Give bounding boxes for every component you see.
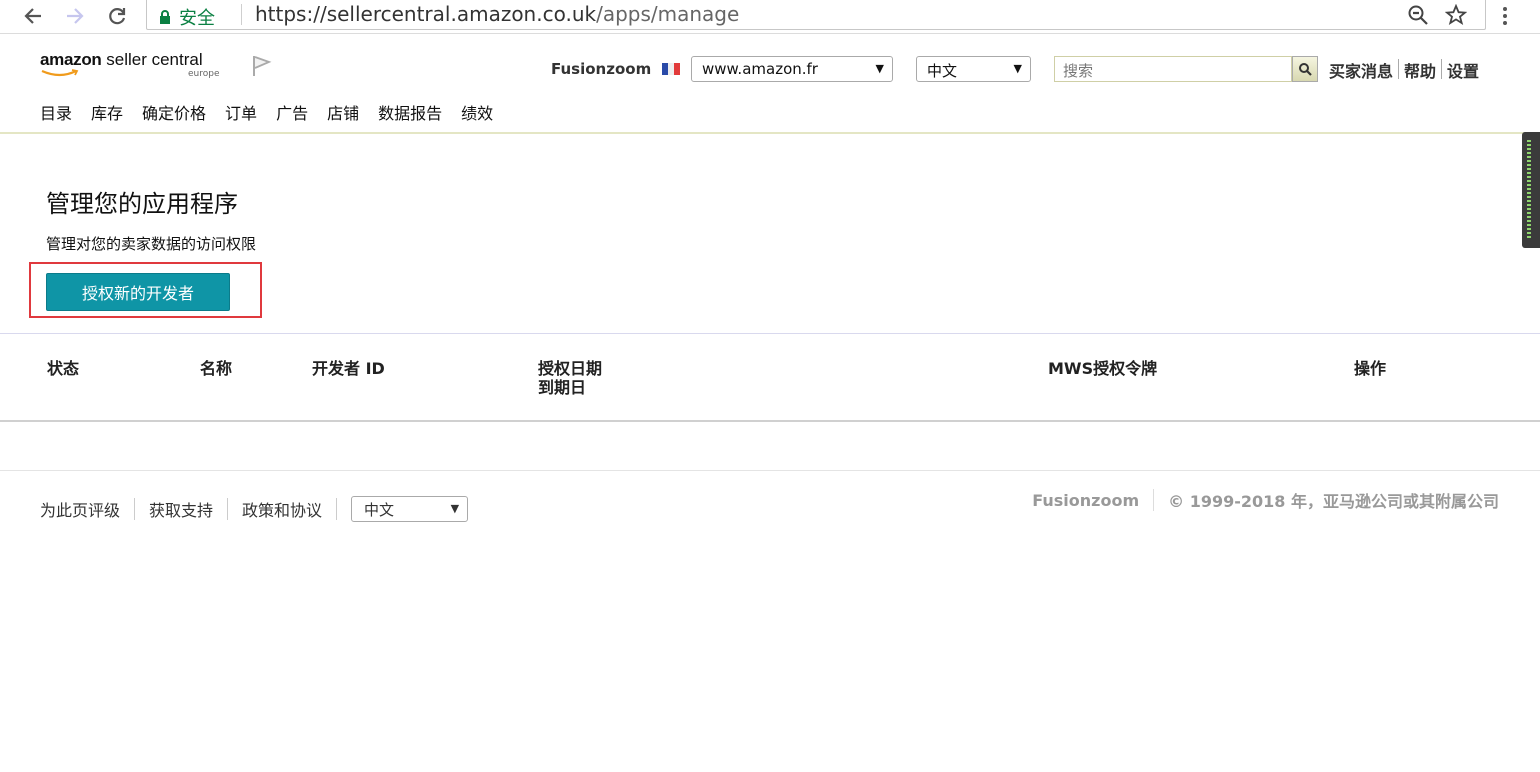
security-indicator[interactable]: 安全 (159, 4, 215, 30)
reload-button[interactable] (104, 3, 130, 29)
footer-divider (0, 470, 1540, 471)
column-name: 名称 (200, 359, 233, 378)
dropdown-arrow-icon: ▼ (450, 502, 460, 515)
star-icon (1444, 3, 1468, 25)
browser-toolbar: 安全 https://sellercentral.amazon.co.uk/ap… (0, 0, 1540, 34)
footer-account-name: Fusionzoom (1032, 490, 1140, 510)
search-icon (1299, 63, 1312, 76)
divider (336, 498, 338, 520)
divider (241, 4, 242, 25)
amazon-seller-central-logo[interactable]: amazon seller central europe (40, 50, 225, 84)
header-divider (0, 132, 1540, 134)
header-links: 买家消息 帮助 设置 (1329, 58, 1479, 82)
page-title: 管理您的应用程序 (46, 190, 238, 218)
nav-item-stores[interactable]: 店铺 (327, 100, 359, 124)
logo-product-text: seller central (106, 50, 203, 69)
logo-amazon-text: amazon (40, 50, 102, 69)
divider (134, 498, 136, 520)
nav-item-pricing[interactable]: 确定价格 (142, 100, 206, 124)
footer-language-value: 中文 (364, 501, 395, 519)
nav-item-inventory[interactable]: 库存 (91, 100, 123, 124)
search-input[interactable]: 搜索 (1054, 56, 1292, 82)
get-support-link[interactable]: 获取支持 (149, 497, 213, 521)
settings-link[interactable]: 设置 (1447, 58, 1479, 82)
flag-icon (253, 56, 272, 76)
language-select[interactable]: 中文 ▼ (916, 56, 1031, 82)
main-navigation: 目录 库存 确定价格 订单 广告 店铺 数据报告 绩效 (40, 100, 512, 124)
help-link[interactable]: 帮助 (1404, 58, 1436, 82)
bookmark-button[interactable] (1444, 3, 1468, 30)
nav-item-advertising[interactable]: 广告 (276, 100, 308, 124)
zoom-button[interactable] (1407, 4, 1429, 30)
search-button[interactable] (1292, 56, 1318, 82)
language-value: 中文 (927, 62, 958, 80)
reload-icon (109, 8, 126, 25)
account-name: Fusionzoom (551, 60, 652, 78)
forward-button[interactable] (62, 3, 88, 29)
side-panel-handle[interactable] (1522, 132, 1540, 248)
marketplace-value: www.amazon.fr (702, 60, 818, 78)
section-divider (0, 333, 1540, 334)
footer-copyright: Fusionzoom © 1999-2018 年，亚马逊公司或其附属公司 (1032, 488, 1499, 512)
dropdown-arrow-icon: ▼ (1013, 62, 1022, 75)
apps-table-header: 状态 名称 开发者 ID 授权日期 到期日 MWS授权令牌 操作 (0, 345, 1540, 421)
url-path: /apps/manage (596, 2, 740, 26)
column-developer-id: 开发者 ID (312, 359, 385, 378)
level-bars-icon (1527, 140, 1531, 240)
divider (1153, 489, 1155, 511)
policies-link[interactable]: 政策和协议 (242, 497, 322, 521)
logo-region-text: europe (188, 69, 220, 79)
column-status: 状态 (47, 359, 80, 378)
france-flag-icon (662, 63, 680, 75)
forward-arrow-icon (67, 8, 84, 24)
buyer-messages-link[interactable]: 买家消息 (1329, 58, 1393, 82)
back-arrow-icon (24, 8, 41, 24)
authorize-new-developer-button[interactable]: 授权新的开发者 (46, 273, 230, 311)
rate-page-link[interactable]: 为此页评级 (40, 497, 120, 521)
address-bar[interactable]: 安全 https://sellercentral.amazon.co.uk/ap… (146, 0, 1486, 30)
divider (227, 498, 229, 520)
zoom-out-icon (1408, 5, 1428, 25)
divider (1441, 59, 1443, 79)
column-action: 操作 (1354, 359, 1387, 378)
table-divider (0, 420, 1540, 422)
copyright-text: © 1999-2018 年，亚马逊公司或其附属公司 (1168, 492, 1499, 511)
column-auth-date-label: 授权日期 (538, 359, 603, 378)
page-subtitle: 管理对您的卖家数据的访问权限 (46, 235, 257, 253)
security-label: 安全 (179, 8, 215, 29)
url-host: https://sellercentral.amazon.co.uk (255, 2, 597, 26)
nav-item-performance[interactable]: 绩效 (461, 100, 493, 124)
marketplace-select[interactable]: www.amazon.fr ▼ (691, 56, 893, 82)
kebab-menu-icon (1503, 7, 1507, 25)
footer-links: 为此页评级 获取支持 政策和协议 中文 ▼ (40, 496, 469, 522)
nav-item-orders[interactable]: 订单 (225, 100, 257, 124)
url-text[interactable]: https://sellercentral.amazon.co.uk/apps/… (255, 2, 739, 26)
lock-icon (160, 9, 170, 24)
browser-menu-button[interactable] (1492, 3, 1518, 29)
amazon-smile-icon (41, 69, 79, 77)
divider (1398, 59, 1400, 79)
column-expiry-date-label: 到期日 (538, 378, 587, 397)
feedback-flag-button[interactable] (250, 54, 272, 82)
nav-item-reports[interactable]: 数据报告 (378, 100, 442, 124)
column-mws-token: MWS授权令牌 (1048, 359, 1158, 378)
nav-item-catalog[interactable]: 目录 (40, 100, 72, 124)
dropdown-arrow-icon: ▼ (875, 62, 884, 75)
column-auth-date: 授权日期 到期日 (538, 359, 602, 397)
footer-language-select[interactable]: 中文 ▼ (351, 496, 469, 522)
back-button[interactable] (20, 3, 46, 29)
search-placeholder: 搜索 (1063, 62, 1094, 80)
